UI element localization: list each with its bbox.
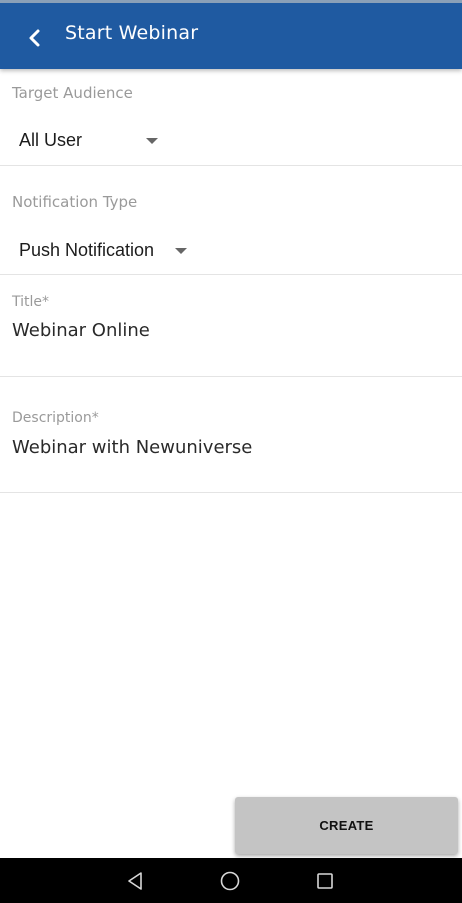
target-audience-dropdown[interactable]: All User bbox=[19, 130, 159, 151]
title-input[interactable]: Webinar Online bbox=[12, 320, 150, 341]
nav-home-button[interactable] bbox=[217, 868, 243, 894]
description-field[interactable]: Description* Webinar with Newuniverse bbox=[0, 377, 462, 493]
square-recents-icon bbox=[317, 873, 333, 889]
circle-home-icon bbox=[220, 871, 240, 891]
notification-type-value: Push Notification bbox=[19, 240, 155, 260]
app-bar: Start Webinar bbox=[0, 0, 462, 69]
system-nav-bar bbox=[0, 858, 462, 903]
dropdown-caret-icon bbox=[175, 247, 188, 254]
triangle-back-icon bbox=[128, 872, 142, 890]
create-button[interactable]: CREATE bbox=[235, 797, 458, 854]
title-field[interactable]: Title* Webinar Online bbox=[0, 275, 462, 377]
page-title: Start Webinar bbox=[65, 22, 199, 44]
dropdown-caret-icon bbox=[146, 137, 159, 144]
notification-type-dropdown[interactable]: Push Notification bbox=[19, 240, 188, 261]
back-button[interactable] bbox=[18, 21, 52, 55]
nav-recents-button[interactable] bbox=[312, 868, 338, 894]
title-label: Title* bbox=[12, 294, 50, 310]
target-audience-value: All User bbox=[19, 130, 83, 150]
target-audience-section: Target Audience All User bbox=[0, 69, 462, 166]
nav-back-button[interactable] bbox=[122, 868, 148, 894]
chevron-left-icon bbox=[29, 29, 40, 47]
notification-type-section: Notification Type Push Notification bbox=[0, 166, 462, 275]
notification-type-label: Notification Type bbox=[12, 193, 138, 211]
description-label: Description* bbox=[12, 410, 99, 426]
target-audience-label: Target Audience bbox=[12, 84, 133, 102]
description-input[interactable]: Webinar with Newuniverse bbox=[12, 437, 252, 458]
